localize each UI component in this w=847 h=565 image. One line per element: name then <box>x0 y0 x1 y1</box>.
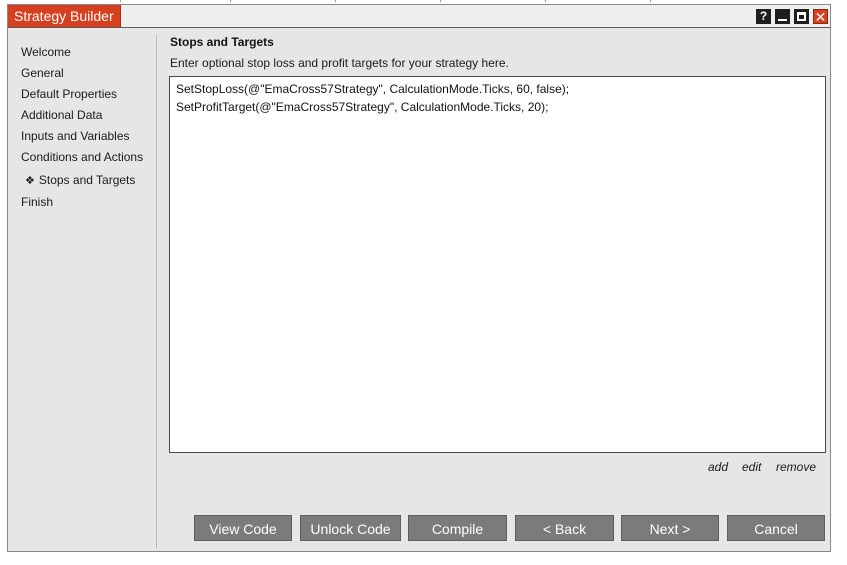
wizard-steps-nav: Welcome General Default Properties Addit… <box>9 29 155 547</box>
page-description: Enter optional stop loss and profit targ… <box>170 56 509 70</box>
nav-item-finish[interactable]: Finish <box>21 195 53 209</box>
cancel-button[interactable]: Cancel <box>727 515 825 541</box>
compile-button[interactable]: Compile <box>408 515 507 541</box>
add-link[interactable]: add <box>708 460 728 474</box>
nav-item-stops-and-targets[interactable]: ❖ Stops and Targets <box>25 173 135 187</box>
strategy-builder-window: Strategy Builder ? ✕ Welcome General Def… <box>7 4 831 552</box>
page-heading: Stops and Targets <box>170 35 274 49</box>
back-button[interactable]: < Back <box>515 515 614 541</box>
nav-divider <box>156 35 157 548</box>
window-title: Strategy Builder <box>8 5 121 27</box>
list-item[interactable]: SetProfitTarget(@"EmaCross57Strategy", C… <box>176 98 819 116</box>
nav-item-default-properties[interactable]: Default Properties <box>21 87 117 101</box>
next-button[interactable]: Next > <box>621 515 719 541</box>
view-code-button[interactable]: View Code <box>194 515 292 541</box>
maximize-button[interactable] <box>794 9 809 24</box>
remove-link[interactable]: remove <box>776 460 816 474</box>
edit-link[interactable]: edit <box>742 460 761 474</box>
close-button[interactable]: ✕ <box>813 9 828 24</box>
title-bar[interactable]: Strategy Builder ? ✕ <box>8 5 830 28</box>
nav-item-conditions-and-actions[interactable]: Conditions and Actions <box>21 150 143 164</box>
current-step-icon: ❖ <box>25 175 35 187</box>
nav-item-general[interactable]: General <box>21 66 64 80</box>
stops-targets-list[interactable]: SetStopLoss(@"EmaCross57Strategy", Calcu… <box>169 76 826 453</box>
unlock-code-button[interactable]: Unlock Code <box>300 515 401 541</box>
help-button[interactable]: ? <box>756 9 771 24</box>
nav-item-inputs-and-variables[interactable]: Inputs and Variables <box>21 129 130 143</box>
minimize-button[interactable] <box>775 9 790 24</box>
desktop-top-strip <box>0 0 847 3</box>
list-item[interactable]: SetStopLoss(@"EmaCross57Strategy", Calcu… <box>176 80 819 98</box>
nav-item-welcome[interactable]: Welcome <box>21 45 71 59</box>
nav-item-additional-data[interactable]: Additional Data <box>21 108 102 122</box>
